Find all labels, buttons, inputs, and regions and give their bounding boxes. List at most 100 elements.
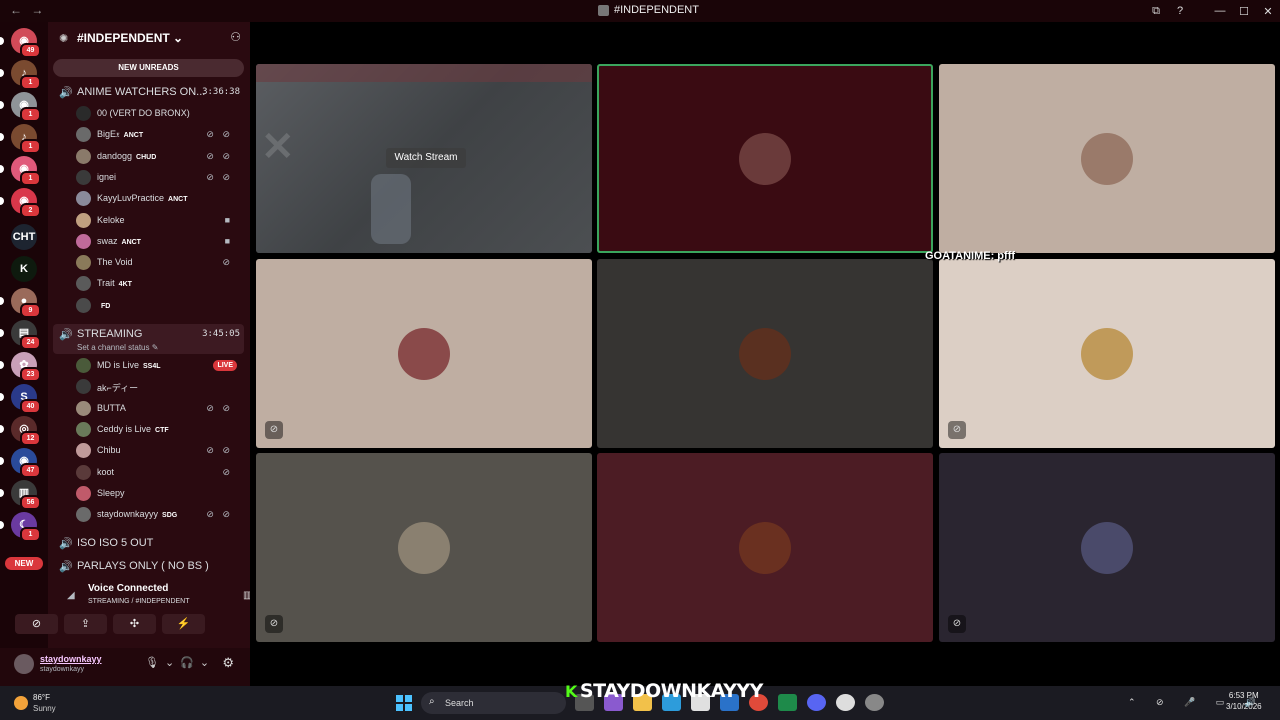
user-display-name[interactable]: staydownkayy	[40, 654, 102, 664]
soundboard-button[interactable]: ⚡	[162, 614, 205, 634]
participant-tile[interactable]	[597, 259, 933, 448]
server-icon[interactable]: ◉ 47	[0, 448, 41, 478]
server-icon[interactable]: ✿ 23	[0, 352, 41, 382]
server-icon[interactable]: K	[11, 256, 37, 282]
discord-icon[interactable]	[807, 694, 826, 711]
participant-tile[interactable]: ⊘	[256, 259, 592, 448]
mention-badge: 1	[20, 171, 41, 186]
server-glyph: K	[20, 263, 28, 275]
camera-off-button[interactable]: ⊘	[15, 614, 58, 634]
voice-member[interactable]: KayyLuvPractice ANCT	[76, 189, 241, 209]
voice-member[interactable]: koot ⊘	[76, 463, 241, 483]
voice-member[interactable]: staydownkayyy SDG ⊘ ⊘	[76, 505, 241, 525]
screen-share-button[interactable]: ⇪	[64, 614, 107, 634]
voice-member[interactable]: 00 (VERT DO BRONX)	[76, 104, 241, 124]
avatar	[76, 379, 91, 395]
voice-member[interactable]: BigE𝔵 ANCT ⊘ ⊘	[76, 125, 241, 145]
window-title: #INDEPENDENT	[598, 4, 699, 16]
mic-icon[interactable]: 🎙	[145, 657, 165, 669]
muted-deafened-icon: ⊘	[222, 466, 233, 477]
new-unreads-button[interactable]: NEW UNREADS	[53, 59, 244, 77]
voice-member[interactable]: ak⌐ディー	[76, 377, 241, 397]
server-icon[interactable]: ♪ 1	[0, 124, 41, 154]
maximize-button[interactable]: ☐	[1232, 5, 1256, 18]
close-button[interactable]: ✕	[1256, 5, 1280, 18]
member-name: BUTTA	[97, 403, 126, 413]
server-icon[interactable]: ☾ 1	[0, 512, 41, 542]
member-name: staydownkayyy SDG	[97, 509, 177, 519]
participant-tile[interactable]: ⊘	[256, 453, 592, 642]
avatar[interactable]	[14, 654, 34, 674]
watch-stream-button[interactable]: Watch Stream	[386, 148, 466, 168]
obs-icon[interactable]	[836, 694, 855, 711]
voice-member[interactable]: The Void ⊘	[76, 253, 241, 273]
participant-tile[interactable]	[597, 64, 933, 253]
server-icon[interactable]: S 40	[0, 384, 41, 414]
participant-tile[interactable]	[939, 64, 1275, 253]
server-icon[interactable]: ◎ 12	[0, 416, 41, 446]
app-icon[interactable]	[865, 694, 884, 711]
voice-member[interactable]: Chibu ⊘ ⊘	[76, 441, 241, 461]
participant-tile[interactable]: ⊘	[939, 259, 1275, 448]
mention-badge: 47	[20, 463, 41, 478]
clock-date: 3/10/2026	[1226, 702, 1262, 711]
guild-tag: CTF	[155, 426, 169, 434]
voice-member[interactable]: FD	[76, 296, 241, 316]
channel-status[interactable]: Set a channel status ✎	[77, 343, 158, 352]
voice-channel[interactable]: 🔊 ANIME WATCHERS ON... 3:36:38	[53, 82, 244, 102]
signal-icon[interactable]: ◢	[67, 590, 75, 601]
back-arrow-icon[interactable]: ←	[10, 3, 22, 17]
participant-tile[interactable]	[597, 453, 933, 642]
help-icon[interactable]: ?	[1168, 5, 1192, 17]
voice-member[interactable]: swaz ANCT ■	[76, 232, 241, 252]
voice-member[interactable]: Ceddy is Live CTF	[76, 420, 241, 440]
server-icon[interactable]: ▤ 24	[0, 320, 41, 350]
server-icon[interactable]: ◉ 1	[0, 156, 41, 186]
sheets-icon[interactable]	[778, 694, 797, 711]
server-icon[interactable]: ● 9	[0, 288, 41, 318]
voice-member[interactable]: Sleepy	[76, 484, 241, 504]
chevron-down-icon[interactable]: ⌄	[200, 657, 215, 669]
activities-button[interactable]: ✣	[113, 614, 156, 634]
start-button[interactable]	[396, 695, 412, 711]
voice-member[interactable]: Keloke ■	[76, 211, 241, 231]
member-name-text: ignei	[97, 171, 117, 182]
voice-member[interactable]: MD is Live SS4L LIVE	[76, 356, 241, 376]
voice-member[interactable]: dandogg CHUD ⊘ ⊘	[76, 147, 241, 167]
server-icon[interactable]: CHT	[11, 224, 37, 250]
chevron-down-icon[interactable]: ⌄	[165, 657, 180, 669]
taskbar-search[interactable]: ⌕ Search	[421, 692, 566, 714]
forward-arrow-icon[interactable]: →	[31, 3, 43, 17]
voice-channel[interactable]: 🔊 ISO ISO 5 OUT	[53, 533, 244, 553]
server-icon[interactable]: ◉ 2	[0, 188, 41, 218]
voice-connected-channel[interactable]: STREAMING / #INDEPENDENT	[88, 598, 190, 605]
server-icon[interactable]: ▥ 56	[0, 480, 41, 510]
new-badge[interactable]: NEW	[5, 557, 43, 570]
member-name: Chibu	[97, 445, 121, 455]
voice-member[interactable]: Trait 4KT	[76, 274, 241, 294]
guild-header[interactable]: ✺ #INDEPENDENT ⌄ ⚇	[48, 22, 250, 54]
minimize-button[interactable]: —	[1208, 5, 1232, 17]
stream-tile[interactable]: ✕ Watch Stream	[256, 64, 592, 253]
participant-tile[interactable]: ⊘	[939, 453, 1275, 642]
server-glyph: CHT	[12, 231, 36, 243]
speaker-icon: 🔊	[59, 329, 73, 341]
chat-overlay-text: GOATANIME: pfff	[925, 250, 1016, 262]
invite-people-icon[interactable]: ⚇	[230, 30, 241, 44]
voice-channel[interactable]: 🔊 STREAMING 3:45:05 Set a channel status ✎	[53, 324, 244, 354]
member-name-text: BigE𝔵	[97, 129, 120, 140]
guild-name[interactable]: #INDEPENDENT ⌄	[77, 31, 183, 45]
screen-share-icon[interactable]: ⧉	[1144, 5, 1168, 18]
clock[interactable]: 6:53 PM 3/10/2026	[1226, 691, 1262, 711]
voice-member[interactable]: ignei ⊘ ⊘	[76, 168, 241, 188]
avatar	[76, 485, 91, 501]
avatar	[1081, 132, 1133, 185]
headphones-icon[interactable]: 🎧	[180, 657, 200, 669]
server-icon[interactable]: ♪ 1	[0, 60, 41, 90]
guild-tag: ANCT	[121, 238, 141, 246]
server-icon[interactable]: ◉ 49	[0, 28, 41, 58]
settings-gear-icon[interactable]: ⚙	[222, 655, 234, 671]
voice-member[interactable]: BUTTA ⊘ ⊘	[76, 399, 241, 419]
voice-channel[interactable]: 🔊 PARLAYS ONLY ( NO BS )	[53, 556, 244, 576]
server-icon[interactable]: ◉ 1	[0, 92, 41, 122]
